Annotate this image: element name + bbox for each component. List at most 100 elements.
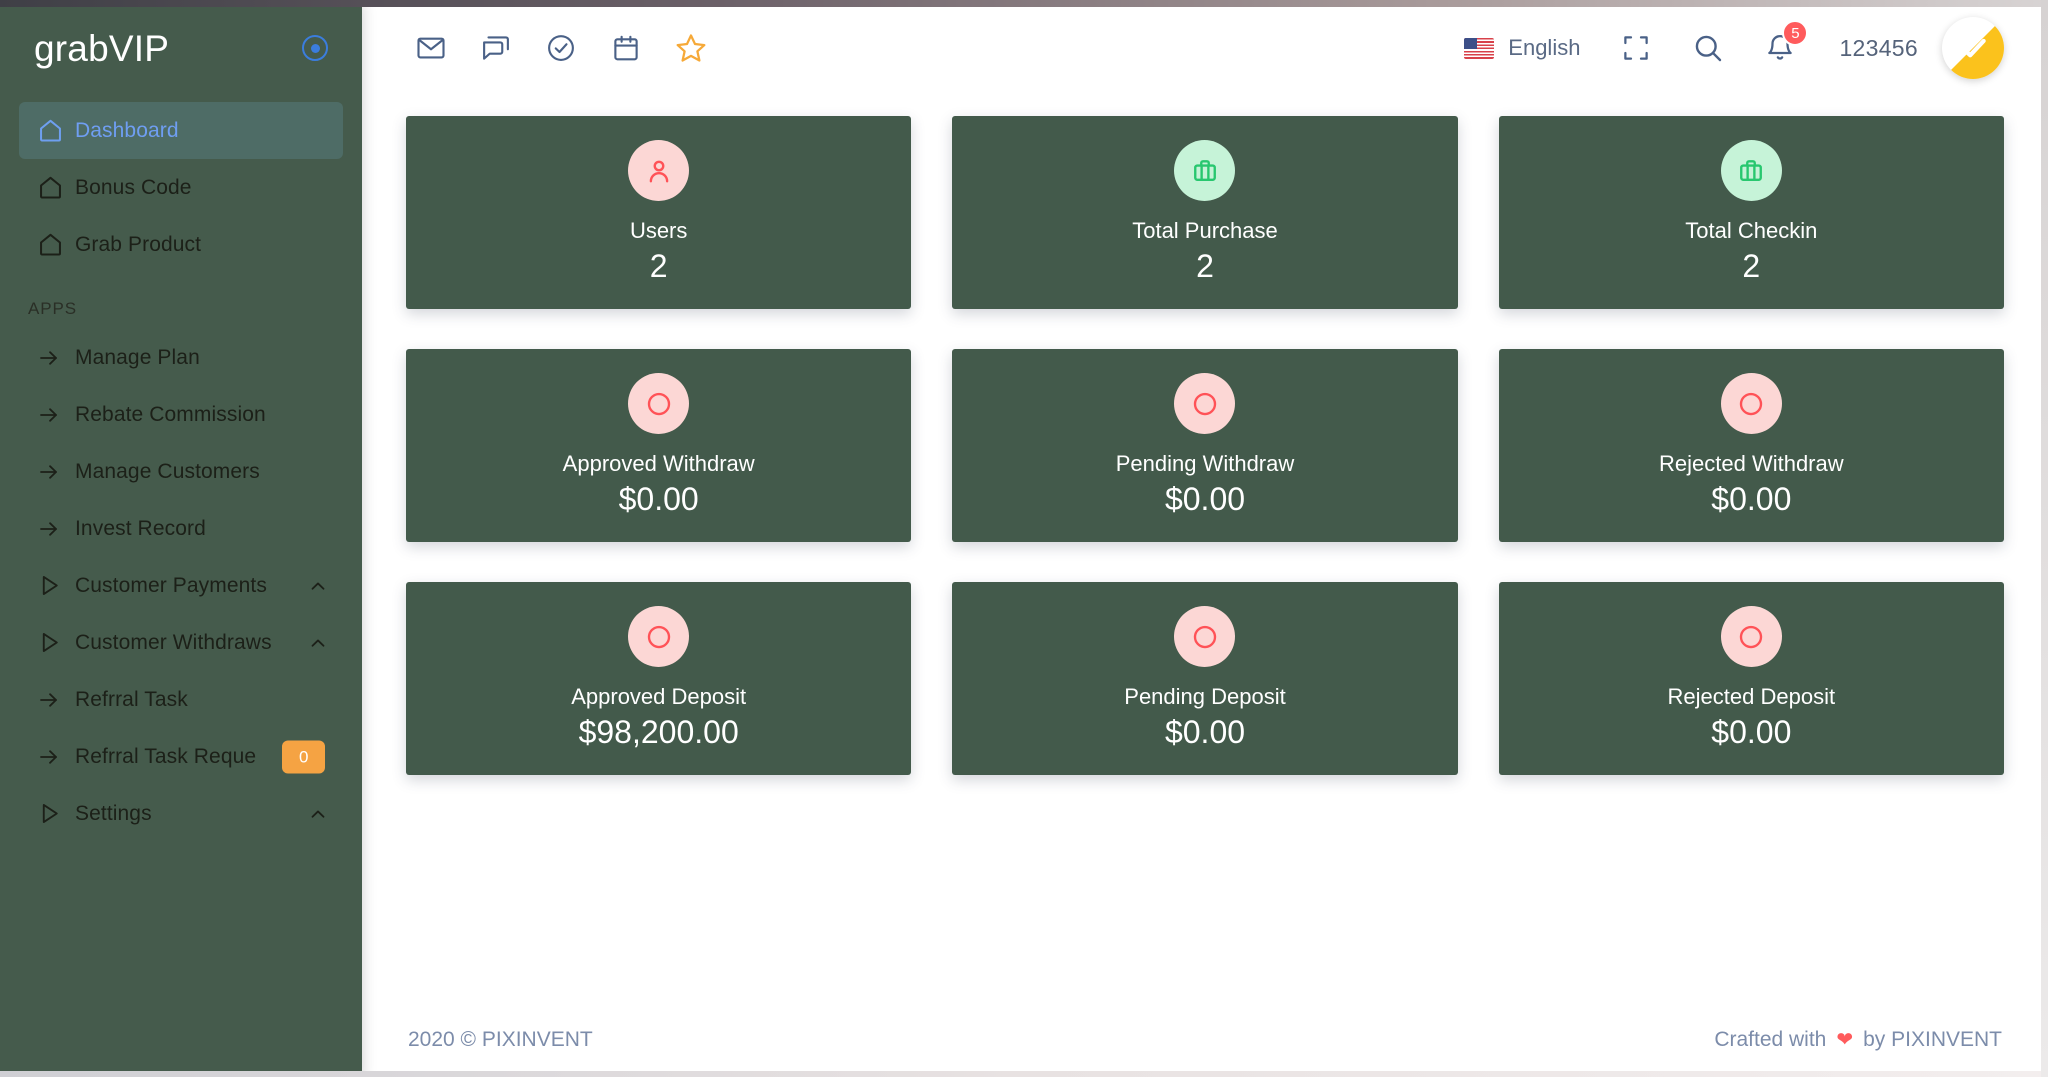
sidebar-item-dashboard[interactable]: Dashboard (19, 102, 343, 159)
circle-icon (1720, 606, 1782, 668)
topbar: English 5 123456 (362, 0, 2048, 96)
stat-card-value: $98,200.00 (578, 713, 739, 750)
stat-card-label: Pending Withdraw (1115, 451, 1295, 477)
sidebar-item-label: Manage Plan (75, 345, 200, 369)
footer-copyright: 2020 © PIXINVENT (408, 1028, 593, 1051)
briefcase-icon (1174, 140, 1236, 202)
stat-card-value: $0.00 (1164, 713, 1246, 750)
main-area: English 5 123456 Users 2 Total Purchase … (362, 0, 2048, 1077)
check-avatar-icon (1956, 30, 1990, 64)
sidebar-item-grab-product[interactable]: Grab Product (19, 216, 343, 273)
home-icon (37, 117, 75, 144)
sidebar-item-label: Settings (75, 801, 152, 825)
sidebar-item-customer-withdraws[interactable]: Customer Withdraws (19, 614, 343, 671)
sidebar-item-settings[interactable]: Settings (19, 785, 343, 842)
circle-icon (1720, 373, 1782, 435)
sidebar-item-label: Invest Record (75, 516, 206, 540)
sidebar-item-customer-payments[interactable]: Customer Payments (19, 557, 343, 614)
sidebar-item-badge: 0 (282, 740, 326, 773)
footer-credit: Crafted with ❤ by PIXINVENT (1714, 1028, 2002, 1052)
sidebar-nav: Dashboard Bonus Code Grab Product (0, 96, 362, 273)
footer-crafted-suffix: by PIXINVENT (1863, 1028, 2002, 1051)
stat-card-grid: Users 2 Total Purchase 2 Total Checkin 2 Appro… (406, 116, 2004, 775)
search-icon[interactable] (1689, 29, 1727, 67)
stat-card[interactable]: Total Purchase 2 (952, 116, 1458, 309)
circle-icon (1174, 373, 1236, 435)
arrow-right-icon (37, 688, 75, 712)
sidebar-item-manage-plan[interactable]: Manage Plan (19, 329, 343, 386)
circle-icon (628, 373, 690, 435)
circle-icon (628, 606, 690, 668)
stat-card-label: Rejected Withdraw (1659, 451, 1844, 477)
stat-card[interactable]: Approved Deposit $98,200.00 (406, 582, 912, 775)
notification-count-badge: 5 (1782, 20, 1809, 46)
stat-card[interactable]: Rejected Withdraw $0.00 (1498, 349, 2004, 542)
radio-circle-icon[interactable] (300, 33, 330, 63)
sidebar-item-refrral-task[interactable]: Refrral Task (19, 671, 343, 728)
arrow-right-icon (37, 745, 75, 769)
stat-card-label: Total Purchase (1132, 218, 1278, 244)
stat-card-label: Approved Deposit (571, 684, 747, 710)
calendar-icon[interactable] (607, 29, 645, 67)
stat-card[interactable]: Approved Withdraw $0.00 (406, 349, 912, 542)
briefcase-icon (1720, 140, 1782, 202)
chevron-up-icon[interactable] (307, 575, 329, 597)
stat-card-label: Total Checkin (1685, 218, 1818, 244)
user-icon (628, 140, 690, 202)
footer: 2020 © PIXINVENT Crafted with ❤ by PIXIN… (362, 1003, 2048, 1077)
stat-card[interactable]: Total Checkin 2 (1498, 116, 2004, 309)
stat-card[interactable]: Pending Deposit $0.00 (952, 582, 1458, 775)
heart-icon: ❤ (1836, 1029, 1854, 1051)
star-icon[interactable] (672, 29, 710, 67)
sidebar-item-rebate-commission[interactable]: Rebate Commission (19, 386, 343, 443)
sidebar-item-label: Dashboard (75, 118, 179, 142)
stat-card-value: 2 (649, 247, 668, 284)
brand-title: grabVIP (34, 27, 170, 69)
stat-card[interactable]: Rejected Deposit $0.00 (1498, 582, 2004, 775)
chevron-up-icon[interactable] (307, 803, 329, 825)
stat-card-label: Rejected Deposit (1667, 684, 1836, 710)
sidebar-item-label: Manage Customers (75, 459, 260, 483)
username-label: 123456 (1839, 34, 1918, 61)
sidebar-item-label: Customer Withdraws (75, 630, 272, 654)
sidebar-item-manage-customers[interactable]: Manage Customers (19, 443, 343, 500)
notifications-button[interactable]: 5 (1761, 20, 1809, 67)
sidebar-item-invest-record[interactable]: Invest Record (19, 500, 343, 557)
home-icon (37, 231, 75, 258)
arrow-right-icon (37, 460, 75, 484)
stat-card-value: $0.00 (1711, 480, 1792, 517)
sidebar-nav-apps: Manage Plan Rebate Commission Manage Custo… (0, 329, 362, 842)
play-triangle-icon (37, 801, 75, 826)
play-triangle-icon (37, 573, 75, 598)
dashboard-content: Users 2 Total Purchase 2 Total Checkin 2 Appro… (362, 96, 2048, 1003)
sidebar-item-bonus-code[interactable]: Bonus Code (19, 159, 343, 216)
sidebar-item-label: Grab Product (75, 232, 202, 256)
check-circle-icon[interactable] (542, 29, 580, 67)
footer-crafted-prefix: Crafted with (1714, 1028, 1827, 1051)
chat-icon[interactable] (477, 29, 515, 67)
circle-icon (1174, 606, 1236, 668)
language-selector[interactable]: English (1464, 35, 1580, 61)
sidebar-item-label: Refrral Task Reque (75, 744, 257, 768)
home-icon (37, 174, 75, 201)
arrow-right-icon (37, 403, 75, 427)
avatar[interactable] (1942, 17, 2004, 79)
sidebar-item-label: Bonus Code (75, 175, 192, 199)
language-label: English (1508, 35, 1581, 60)
sidebar-item-refrral-task-reque[interactable]: Refrral Task Reque 0 (19, 728, 343, 785)
chevron-up-icon[interactable] (307, 632, 329, 654)
stat-card-label: Users (629, 218, 688, 244)
stat-card-value: $0.00 (618, 480, 699, 517)
stat-card[interactable]: Users 2 (406, 116, 912, 309)
stat-card-value: $0.00 (1711, 713, 1792, 750)
stat-card-label: Approved Withdraw (562, 451, 755, 477)
sidebar-item-label: Refrral Task (75, 687, 188, 711)
mail-icon[interactable] (412, 29, 450, 67)
arrow-right-icon (37, 346, 75, 370)
fullscreen-icon[interactable] (1617, 29, 1655, 67)
app-root: grabVIP Dashboard Bonus Code Grab Product … (0, 0, 2048, 1077)
stat-card-value: 2 (1742, 247, 1761, 284)
stat-card-value: 2 (1196, 247, 1214, 284)
stat-card[interactable]: Pending Withdraw $0.00 (952, 349, 1458, 542)
sidebar: grabVIP Dashboard Bonus Code Grab Product … (0, 0, 362, 1077)
